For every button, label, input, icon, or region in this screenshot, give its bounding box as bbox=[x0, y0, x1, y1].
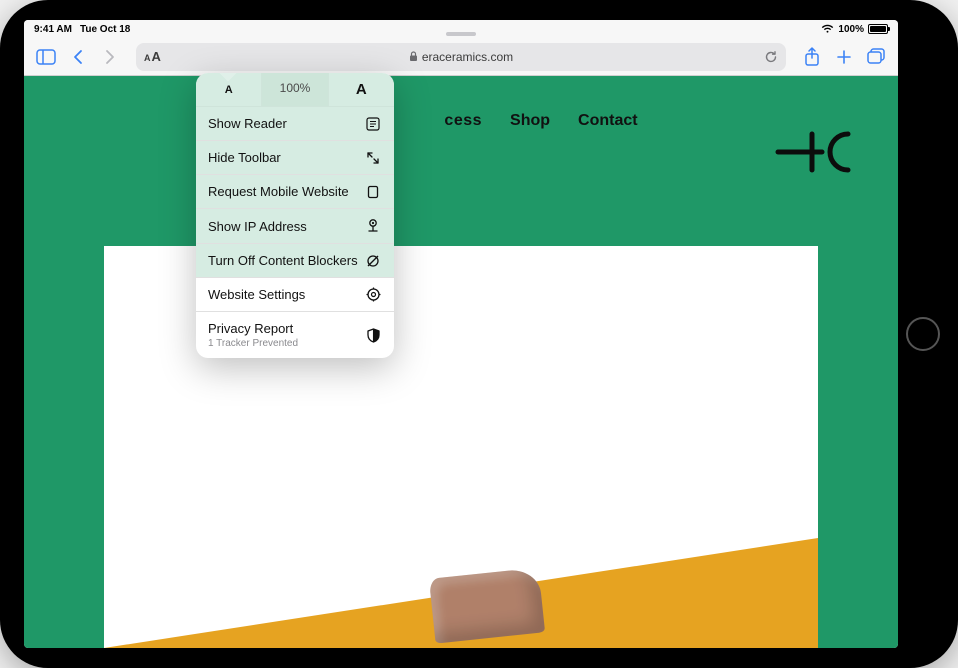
device-icon bbox=[364, 185, 382, 199]
text-size-row: A 100% A bbox=[196, 73, 394, 107]
multitask-grabber[interactable] bbox=[446, 32, 476, 36]
page-settings-popover: A 100% A Show Reader Hide Toolbar Reques… bbox=[196, 73, 394, 358]
share-button[interactable] bbox=[798, 43, 826, 71]
blocker-off-icon bbox=[364, 254, 382, 268]
nav-item-shop[interactable]: Shop bbox=[510, 112, 550, 130]
new-tab-button[interactable] bbox=[830, 43, 858, 71]
status-time: 9:41 AM bbox=[34, 24, 72, 35]
site-logo[interactable] bbox=[774, 124, 858, 180]
expand-icon bbox=[364, 151, 382, 165]
hero-clay bbox=[429, 567, 545, 643]
privacy-detail: 1 Tracker Prevented bbox=[208, 338, 298, 349]
menu-label: Show Reader bbox=[208, 116, 287, 131]
menu-label: Website Settings bbox=[208, 287, 305, 302]
nav-item-contact[interactable]: Contact bbox=[578, 112, 638, 130]
forward-button bbox=[96, 43, 124, 71]
location-icon bbox=[364, 218, 382, 234]
status-date: Tue Oct 18 bbox=[80, 24, 130, 35]
page-settings-aa-button[interactable]: AA bbox=[144, 49, 161, 64]
text-size-smaller[interactable]: A bbox=[196, 73, 262, 106]
menu-website-settings[interactable]: Website Settings bbox=[196, 278, 394, 312]
battery-icon bbox=[868, 24, 888, 34]
text-size-larger[interactable]: A bbox=[329, 73, 394, 106]
back-button[interactable] bbox=[64, 43, 92, 71]
sidebar-button[interactable] bbox=[32, 43, 60, 71]
screen: 9:41 AM Tue Oct 18 100% bbox=[24, 20, 898, 648]
nav-item-partial[interactable]: cess bbox=[444, 112, 482, 130]
reader-icon bbox=[364, 117, 382, 131]
menu-hide-toolbar[interactable]: Hide Toolbar bbox=[196, 141, 394, 175]
menu-show-reader[interactable]: Show Reader bbox=[196, 107, 394, 141]
text-size-value[interactable]: 100% bbox=[262, 73, 328, 106]
shield-icon bbox=[364, 328, 382, 343]
menu-label: Privacy Report bbox=[208, 321, 293, 336]
reload-button[interactable] bbox=[764, 50, 778, 64]
menu-label: Show IP Address bbox=[208, 219, 307, 234]
menu-privacy-report[interactable]: Privacy Report 1 Tracker Prevented bbox=[196, 312, 394, 358]
ipad-frame: 9:41 AM Tue Oct 18 100% bbox=[0, 0, 958, 668]
home-button[interactable] bbox=[906, 317, 940, 351]
menu-show-ip[interactable]: Show IP Address bbox=[196, 209, 394, 244]
lock-icon bbox=[409, 51, 418, 62]
url-text: eraceramics.com bbox=[422, 50, 513, 64]
browser-toolbar: AA eraceramics.com bbox=[24, 38, 898, 76]
battery-percent: 100% bbox=[838, 24, 864, 35]
wifi-icon bbox=[821, 24, 834, 34]
menu-label: Hide Toolbar bbox=[208, 150, 281, 165]
menu-turn-off-blockers[interactable]: Turn Off Content Blockers bbox=[196, 244, 394, 278]
address-bar[interactable]: AA eraceramics.com bbox=[136, 43, 786, 71]
menu-label: Turn Off Content Blockers bbox=[208, 253, 358, 268]
gear-icon bbox=[364, 287, 382, 302]
tabs-button[interactable] bbox=[862, 43, 890, 71]
site-nav: cess Shop Contact bbox=[24, 76, 898, 138]
menu-label: Request Mobile Website bbox=[208, 184, 349, 199]
menu-request-mobile[interactable]: Request Mobile Website bbox=[196, 175, 394, 209]
webpage-content[interactable]: cess Shop Contact bbox=[24, 76, 898, 648]
